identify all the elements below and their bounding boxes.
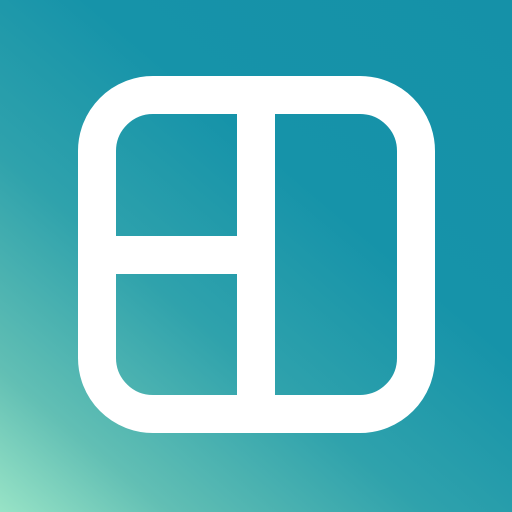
collage-layout-icon — [0, 0, 512, 512]
collage-layout-glyph — [78, 76, 435, 433]
app-icon-background — [0, 0, 512, 512]
